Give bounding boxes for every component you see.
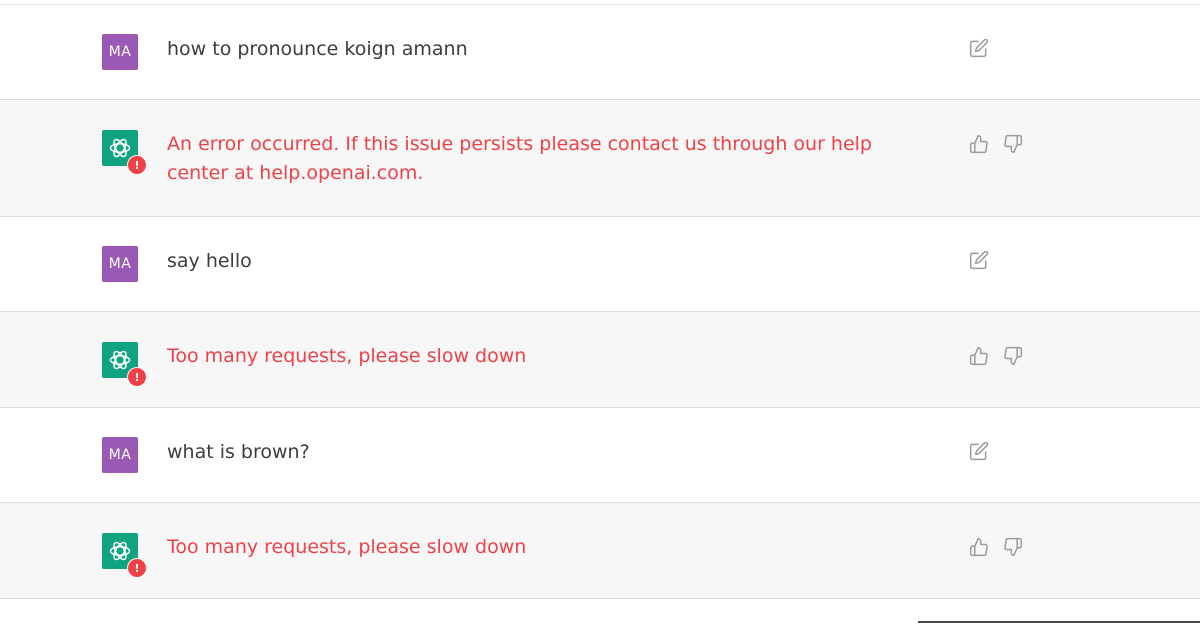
assistant-avatar: ! bbox=[102, 533, 147, 578]
message-text: how to pronounce koign amann bbox=[167, 38, 468, 60]
user-message: MA how to pronounce koign amann bbox=[0, 5, 1200, 100]
assistant-message: ! An error occurred. If this issue persi… bbox=[0, 100, 1200, 217]
message-actions bbox=[969, 537, 1023, 557]
user-avatar: MA bbox=[102, 34, 138, 70]
error-message-text: Too many requests, please slow down bbox=[167, 536, 527, 558]
edit-icon[interactable] bbox=[969, 250, 989, 270]
message-actions bbox=[969, 134, 1023, 154]
error-message-text: Too many requests, please slow down bbox=[167, 345, 527, 367]
edit-icon[interactable] bbox=[969, 441, 989, 461]
user-message: MA say hello bbox=[0, 217, 1200, 312]
thumbs-down-icon[interactable] bbox=[1003, 346, 1023, 366]
message-actions bbox=[969, 346, 1023, 366]
thumbs-up-icon[interactable] bbox=[969, 346, 989, 366]
message-text: what is brown? bbox=[167, 441, 310, 463]
assistant-message: ! Too many requests, please slow down bbox=[0, 312, 1200, 408]
avatar-initials: MA bbox=[108, 447, 132, 463]
thumbs-up-icon[interactable] bbox=[969, 134, 989, 154]
thumbs-up-icon[interactable] bbox=[969, 537, 989, 557]
error-badge: ! bbox=[127, 155, 147, 175]
scroll-indicator bbox=[918, 621, 1200, 623]
message-actions bbox=[969, 250, 989, 270]
message-actions bbox=[969, 38, 989, 58]
user-avatar: MA bbox=[102, 246, 138, 282]
message-actions bbox=[969, 441, 989, 461]
assistant-avatar: ! bbox=[102, 130, 147, 175]
assistant-message: ! Too many requests, please slow down bbox=[0, 503, 1200, 599]
error-message-text: An error occurred. If this issue persist… bbox=[167, 133, 872, 184]
openai-logo-icon bbox=[108, 136, 132, 160]
openai-logo-icon bbox=[108, 348, 132, 372]
chat-thread: MA how to pronounce koign amann ! An err… bbox=[0, 0, 1200, 625]
edit-icon[interactable] bbox=[969, 38, 989, 58]
thumbs-down-icon[interactable] bbox=[1003, 134, 1023, 154]
assistant-avatar: ! bbox=[102, 342, 147, 387]
user-message: MA what is brown? bbox=[0, 408, 1200, 503]
openai-logo-icon bbox=[108, 539, 132, 563]
error-badge: ! bbox=[127, 367, 147, 387]
avatar-initials: MA bbox=[108, 44, 132, 60]
user-avatar: MA bbox=[102, 437, 138, 473]
message-text: say hello bbox=[167, 250, 252, 272]
avatar-initials: MA bbox=[108, 256, 132, 272]
error-badge: ! bbox=[127, 558, 147, 578]
thumbs-down-icon[interactable] bbox=[1003, 537, 1023, 557]
